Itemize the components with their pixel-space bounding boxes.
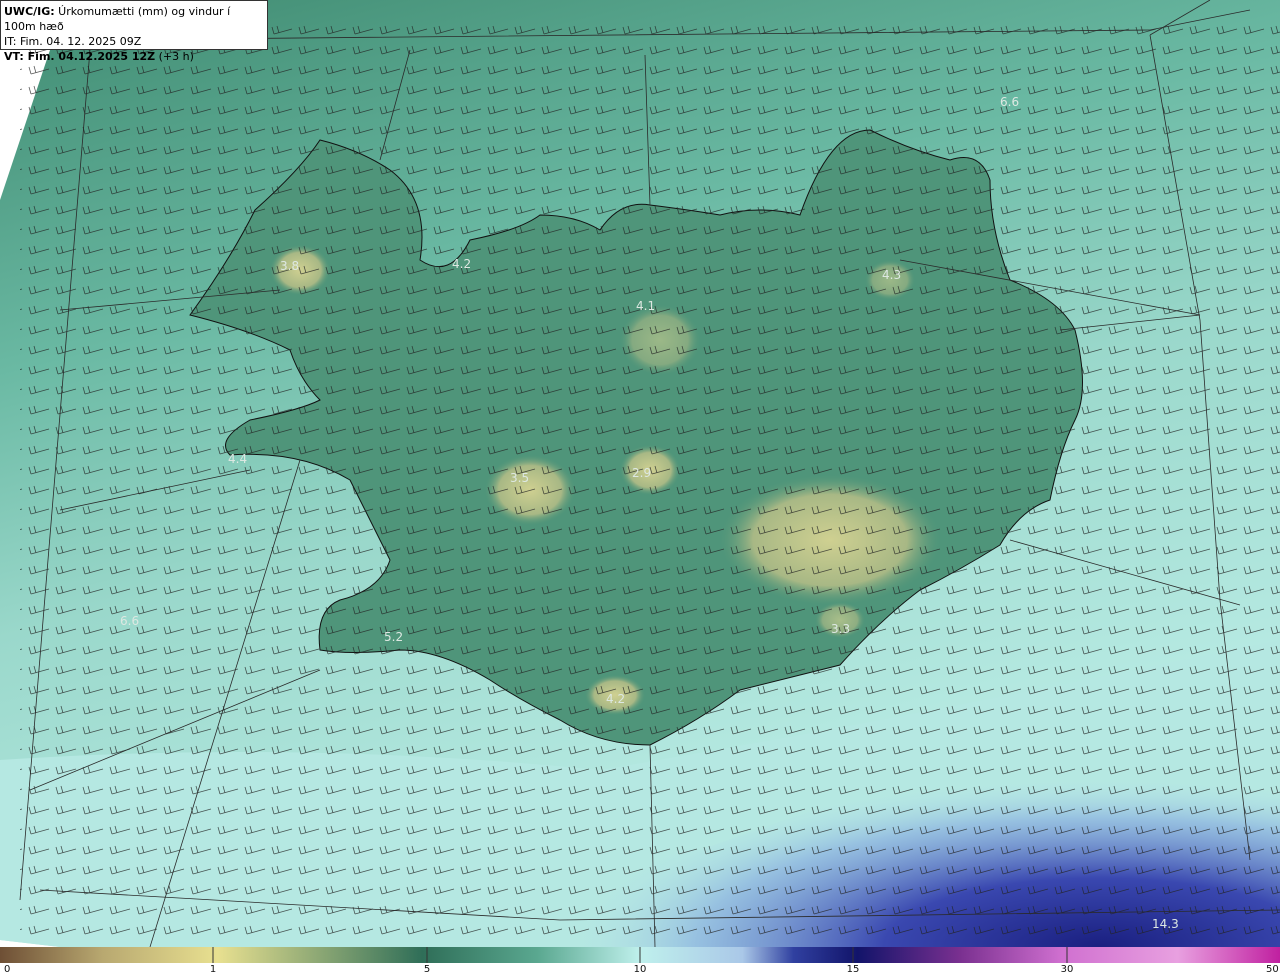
- forecast-map: 6.6 3.8 4.2 4.3 4.1 4.4 3.5 2.9 6.6 5.2 …: [0, 0, 1280, 947]
- colorbar-tick: 30: [1060, 964, 1074, 975]
- valid-offset: (+3 h): [155, 50, 194, 63]
- value-label: 5.2: [384, 630, 403, 644]
- colorbar-tick: 15: [846, 964, 860, 975]
- value-label: 3.5: [510, 471, 529, 485]
- product-code: UWC/IG:: [4, 5, 55, 18]
- value-label: 3.8: [280, 259, 299, 273]
- valid-line: VT: Fim. 04.12.2025 12Z (+3 h): [4, 49, 264, 64]
- value-label: 4.4: [228, 452, 247, 466]
- title-line: UWC/IG: Úrkomumætti (mm) og vindur í 100…: [4, 4, 264, 34]
- colorbar-tick: 10: [633, 964, 647, 975]
- colorbar-tick: 5: [423, 964, 431, 975]
- value-label: 4.1: [636, 299, 655, 313]
- colorbar: 0 1 5 10 15 30 50: [0, 947, 1280, 978]
- value-label: 4.3: [882, 268, 901, 282]
- valid-prefix: VT:: [4, 50, 24, 63]
- value-label: 2.9: [632, 466, 651, 480]
- value-label: 6.6: [120, 614, 139, 628]
- colorbar-strip: [0, 947, 1280, 963]
- valid-time: Fim. 04.12.2025 12Z: [23, 50, 156, 63]
- colorbar-tick: 0: [4, 964, 11, 975]
- map-title-box: UWC/IG: Úrkomumætti (mm) og vindur í 100…: [0, 0, 268, 63]
- value-label: 3.3: [831, 622, 850, 636]
- issue-time: IT: Fim. 04. 12. 2025 09Z: [4, 35, 142, 48]
- colorbar-tick: 1: [209, 964, 217, 975]
- value-label: 14.3: [1152, 917, 1179, 931]
- value-label: 6.6: [1000, 95, 1019, 109]
- colorbar-tick: 50: [1266, 964, 1279, 975]
- value-label: 4.2: [606, 692, 625, 706]
- wind-barbs: [20, 20, 1280, 945]
- value-label: 4.2: [452, 257, 471, 271]
